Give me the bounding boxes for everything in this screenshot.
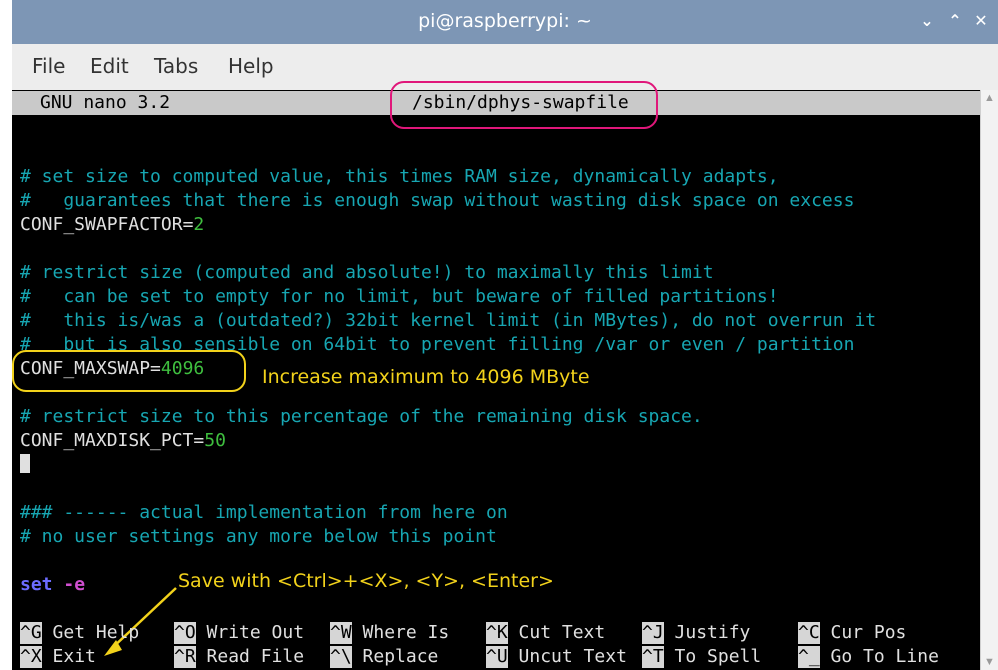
line-comment-7: # restrict size to this percentage of th… (20, 406, 703, 427)
set-keyword: set (20, 574, 53, 595)
menu-edit[interactable]: Edit (90, 54, 129, 78)
shortcut-key: ^T (642, 646, 664, 668)
shortcut-cut-text[interactable]: ^K Cut Text (486, 622, 605, 644)
increase-annotation: Increase maximum to 4096 MByte (262, 366, 590, 388)
shortcut-replace[interactable]: ^\ Replace (330, 646, 438, 668)
save-annotation: Save with <Ctrl>+<X>, <Y>, <Enter> (178, 570, 554, 592)
shortcut-get-help[interactable]: ^G Get Help (20, 622, 139, 644)
shortcut-label: Uncut Text (518, 646, 627, 667)
shortcut-label: To Spell (674, 646, 762, 667)
shortcut-key: ^G (20, 622, 42, 644)
shortcut-key: ^R (174, 646, 196, 668)
line-comment-2: # guarantees that there is enough swap w… (20, 190, 855, 211)
line-comment-9: # no user settings any more below this p… (20, 526, 497, 547)
shortcut-label: Read File (206, 646, 305, 667)
maxdisk-key: CONF_MAXDISK_PCT (20, 430, 194, 451)
line-maxdisk: CONF_MAXDISK_PCT=50 (20, 430, 226, 452)
line-set-e: set -e (20, 574, 85, 596)
set-flag: -e (63, 574, 86, 595)
shortcut-label: Replace (362, 646, 439, 667)
filename-highlight-box (390, 81, 658, 129)
shortcut-justify[interactable]: ^J Justify (642, 622, 750, 644)
text-cursor (20, 454, 30, 473)
line-comment-3: # restrict size (computed and absolute!)… (20, 262, 714, 283)
scroll-up-icon[interactable]: ▲ (984, 92, 995, 104)
shortcut-key: ^_ (798, 646, 820, 668)
scrollbar[interactable]: ▲ ▼ (980, 90, 998, 670)
menu-tabs[interactable]: Tabs (154, 54, 198, 78)
swapfactor-equals: = (182, 214, 194, 235)
shortcut-cur-pos[interactable]: ^C Cur Pos (798, 622, 906, 644)
line-comment-8: ### ------ actual implementation from he… (20, 502, 508, 523)
shortcut-to-spell[interactable]: ^T To Spell (642, 646, 761, 668)
nano-version: GNU nano 3.2 (40, 92, 171, 113)
scroll-down-icon[interactable]: ▼ (984, 656, 995, 668)
shortcut-where-is[interactable]: ^W Where Is (330, 622, 449, 644)
close-icon[interactable]: ✕ (968, 8, 994, 34)
swapfactor-value: 2 (193, 214, 205, 235)
line-swapfactor: CONF_SWAPFACTOR=2 (20, 214, 204, 236)
line-comment-4: # can be set to empty for no limit, but … (20, 286, 779, 307)
maxswap-highlight-box (12, 350, 246, 392)
shortcut-go-to-line[interactable]: ^_ Go To Line (798, 646, 939, 668)
shortcut-key: ^C (798, 622, 820, 644)
shortcut-key: ^\ (330, 646, 352, 668)
shortcut-label: Exit (52, 646, 96, 667)
shortcut-key: ^O (174, 622, 196, 644)
window-titlebar: pi@raspberrypi: ~ ⌄ ⌃ ✕ (12, 0, 998, 44)
shortcut-read-file[interactable]: ^R Read File (174, 646, 304, 668)
shortcut-key: ^J (642, 622, 664, 644)
window-title: pi@raspberrypi: ~ (418, 10, 592, 32)
maxdisk-value: 50 (204, 430, 226, 451)
shortcut-key: ^W (330, 622, 352, 644)
shortcut-key: ^X (20, 646, 42, 668)
shortcut-key: ^U (486, 646, 508, 668)
shortcut-label: Where Is (362, 622, 450, 643)
shortcut-label: Get Help (52, 622, 140, 643)
line-comment-1: # set size to computed value, this times… (20, 166, 779, 187)
menu-file[interactable]: File (32, 54, 65, 78)
menu-help[interactable]: Help (228, 54, 274, 78)
shortcut-label: Write Out (206, 622, 305, 643)
shortcut-key: ^K (486, 622, 508, 644)
shortcut-label: Justify (674, 622, 751, 643)
line-comment-5: # this is/was a (outdated?) 32bit kernel… (20, 310, 877, 331)
minimize-icon[interactable]: ⌄ (914, 8, 940, 34)
swapfactor-key: CONF_SWAPFACTOR (20, 214, 183, 235)
shortcut-label: Cut Text (518, 622, 606, 643)
maxdisk-equals: = (193, 430, 205, 451)
shortcut-label: Go To Line (830, 646, 939, 667)
shortcut-exit[interactable]: ^X Exit (20, 646, 96, 668)
shortcut-label: Cur Pos (830, 622, 907, 643)
shortcut-write-out[interactable]: ^O Write Out (174, 622, 304, 644)
shortcut-uncut-text[interactable]: ^U Uncut Text (486, 646, 627, 668)
maximize-icon[interactable]: ⌃ (942, 8, 968, 34)
